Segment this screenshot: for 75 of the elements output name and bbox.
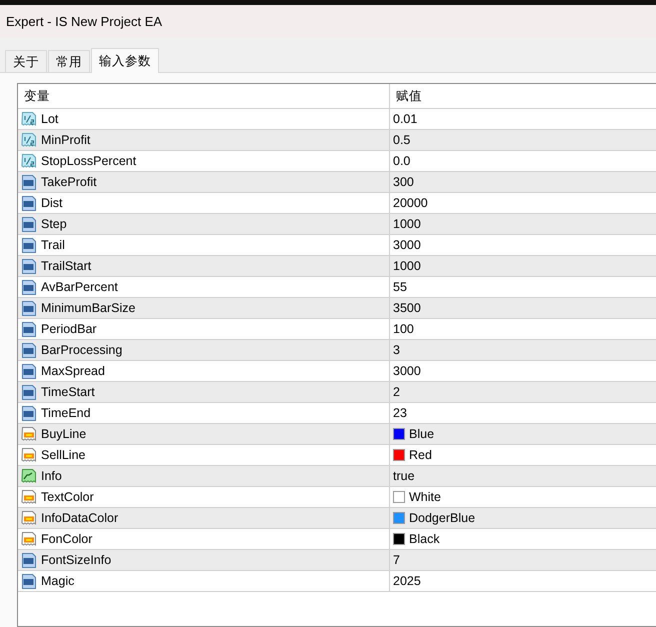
parameter-value[interactable]: 0.01 (393, 112, 418, 126)
parameter-name: TimeEnd (41, 406, 91, 420)
parameter-name: StopLossPercent (41, 154, 136, 168)
number-icon (21, 363, 37, 379)
number-icon (21, 552, 37, 568)
parameter-value[interactable]: 20000 (393, 196, 428, 210)
parameter-value[interactable]: Black (409, 532, 440, 546)
parameter-name: MinProfit (41, 133, 90, 147)
number-icon (21, 195, 37, 211)
parameter-name: BarProcessing (41, 343, 122, 357)
parameter-name: PeriodBar (41, 322, 97, 336)
parameter-name: TimeStart (41, 385, 95, 399)
fraction-icon (21, 132, 37, 148)
parameter-name: Magic (41, 574, 74, 588)
parameter-name: FonColor (41, 532, 92, 546)
parameter-name: Info (41, 469, 62, 483)
color-icon (21, 510, 37, 526)
toggle-icon (21, 468, 37, 484)
fraction-icon (21, 111, 37, 127)
parameter-value[interactable]: 0.5 (393, 133, 410, 147)
number-icon (21, 342, 37, 358)
color-icon (21, 489, 37, 505)
parameter-name: TakeProfit (41, 175, 97, 189)
parameter-value[interactable]: White (409, 490, 441, 504)
parameter-name: FontSizeInfo (41, 553, 112, 567)
color-icon (21, 447, 37, 463)
parameter-name: Trail (41, 238, 65, 252)
parameter-value[interactable]: 100 (393, 322, 414, 336)
parameter-value[interactable]: true (393, 469, 415, 483)
fraction-icon (21, 153, 37, 169)
parameter-value[interactable]: 0.0 (393, 154, 410, 168)
parameter-value[interactable]: DodgerBlue (409, 511, 476, 525)
parameter-name: MinimumBarSize (41, 301, 136, 315)
number-icon (21, 384, 37, 400)
parameter-name: InfoDataColor (41, 511, 118, 525)
parameter-value[interactable]: 55 (393, 280, 407, 294)
parameter-value[interactable]: 3500 (393, 301, 421, 315)
color-icon (21, 531, 37, 547)
parameter-name: Dist (41, 196, 63, 210)
parameter-value[interactable]: 2025 (393, 574, 421, 588)
parameter-value[interactable]: 3000 (393, 238, 421, 252)
number-icon (21, 405, 37, 421)
parameter-name: TextColor (41, 490, 94, 504)
tab[interactable]: 关于 (5, 50, 47, 72)
parameter-value[interactable]: 1000 (393, 217, 421, 231)
number-icon (21, 573, 37, 589)
parameter-value[interactable]: 1000 (393, 259, 421, 273)
window-title: Expert - IS New Project EA (6, 14, 162, 28)
parameter-name: SellLine (41, 448, 86, 462)
number-icon (21, 279, 37, 295)
column-header[interactable]: 变量 (18, 84, 390, 108)
parameter-name: BuyLine (41, 427, 86, 441)
parameter-name: TrailStart (41, 259, 92, 273)
parameter-value[interactable]: 3000 (393, 364, 421, 378)
parameter-value[interactable]: 300 (393, 175, 414, 189)
tab[interactable]: 输入参数 (91, 48, 159, 73)
number-icon (21, 174, 37, 190)
parameter-value[interactable]: Red (409, 448, 432, 462)
number-icon (21, 321, 37, 337)
number-icon (21, 258, 37, 274)
color-icon (21, 426, 37, 442)
parameter-name: AvBarPercent (41, 280, 118, 294)
number-icon (21, 237, 37, 253)
number-icon (21, 216, 37, 232)
parameter-value[interactable]: 2 (393, 385, 400, 399)
number-icon (21, 300, 37, 316)
parameter-name: Step (41, 217, 67, 231)
tab[interactable]: 常用 (48, 50, 90, 72)
column-header[interactable]: 赋值 (390, 84, 656, 108)
parameter-value[interactable]: 7 (393, 553, 400, 567)
parameter-name: Lot (41, 112, 58, 126)
parameter-value[interactable]: Blue (409, 427, 434, 441)
parameter-name: MaxSpread (41, 364, 105, 378)
parameter-value[interactable]: 3 (393, 343, 400, 357)
parameter-value[interactable]: 23 (393, 406, 407, 420)
